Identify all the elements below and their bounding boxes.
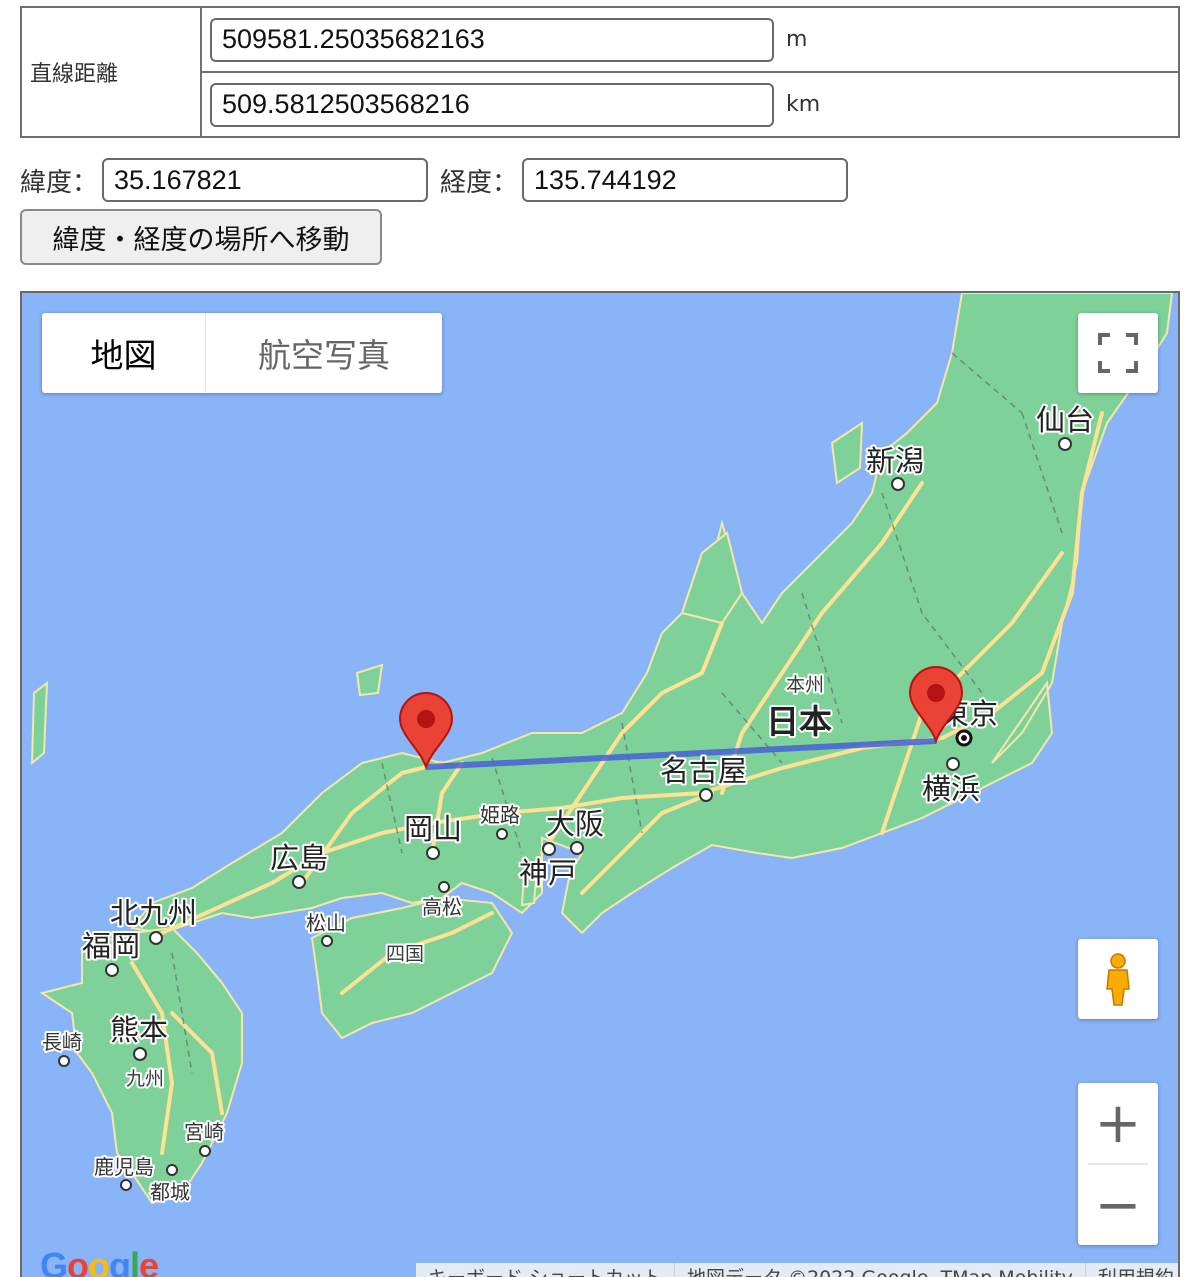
meters-unit: m	[786, 27, 808, 52]
label-kyushu: 九州	[126, 1068, 164, 1090]
distance-table: 直線距離 m km	[20, 6, 1180, 138]
kumamoto-dot	[133, 1047, 147, 1061]
label-kitakyushu: 北九州	[110, 896, 197, 930]
sado-island	[830, 421, 864, 485]
latitude-field[interactable]	[102, 158, 429, 202]
label-kobe: 神戸	[519, 856, 577, 890]
zoom-in-button[interactable]: +	[1078, 1083, 1158, 1163]
kitakyushu-dot	[149, 931, 163, 945]
fullscreen-button[interactable]	[1078, 313, 1158, 393]
miyazaki-dot	[199, 1145, 211, 1157]
pegman-icon	[1106, 953, 1130, 1006]
himeji-dot	[496, 828, 508, 840]
label-niigata: 新潟	[866, 444, 924, 478]
map-data-text: 地図データ ©2022 Google, TMap Mobility	[675, 1263, 1086, 1277]
tokyo-dot-center	[961, 735, 967, 741]
label-kagoshima: 鹿児島	[94, 1155, 154, 1179]
fullscreen-icon	[1098, 333, 1138, 373]
keyboard-shortcuts-link[interactable]: キーボード ショートカット	[416, 1263, 676, 1277]
label-himeji: 姫路	[480, 803, 520, 827]
kilometers-row: km	[200, 71, 1180, 138]
label-japan: 日本	[766, 702, 832, 741]
oki-islands	[355, 663, 384, 697]
niigata-dot	[891, 477, 905, 491]
coordinate-row: 緯度： 経度：	[20, 158, 849, 202]
miyakonojo-dot	[166, 1164, 178, 1176]
takamatsu-dot	[438, 881, 450, 893]
google-logo[interactable]: Google	[40, 1245, 159, 1277]
land	[30, 293, 1174, 1205]
label-hiroshima: 広島	[270, 841, 328, 875]
label-matsuyama: 松山	[306, 911, 346, 935]
label-okayama: 岡山	[404, 812, 462, 846]
tsushima-island	[30, 680, 49, 766]
label-honshu: 本州	[786, 674, 824, 696]
sendai-dot	[1058, 437, 1072, 451]
label-yokohama: 横浜	[922, 772, 980, 806]
osaka-dot	[570, 841, 584, 855]
label-takamatsu: 高松	[422, 895, 462, 919]
kilometers-field[interactable]	[210, 82, 774, 127]
map-type-control: 地図 航空写真	[42, 313, 442, 393]
move-to-location-button[interactable]: 緯度・経度の場所へ移動	[20, 209, 382, 265]
kagoshima-dot	[120, 1179, 132, 1191]
label-nagoya: 名古屋	[660, 754, 747, 788]
latitude-label: 緯度：	[20, 167, 99, 198]
map[interactable]: 仙台 新潟 本州 日本 東京 横浜 名古屋 姫路 岡山 大阪 神戸 広島 高松 …	[20, 291, 1180, 1277]
label-sendai: 仙台	[1036, 403, 1094, 437]
distance-label: 直線距離	[20, 6, 202, 138]
street-view-button[interactable]	[1078, 939, 1158, 1019]
terms-link[interactable]: 利用規約	[1086, 1263, 1178, 1277]
map-attribution: キーボード ショートカット 地図データ ©2022 Google, TMap M…	[416, 1263, 1178, 1277]
longitude-label: 経度：	[440, 167, 519, 198]
label-miyazaki: 宮崎	[184, 1120, 224, 1144]
nagoya-dot	[699, 788, 713, 802]
meters-row: m	[200, 6, 1180, 73]
nagasaki-dot	[58, 1055, 70, 1067]
label-fukuoka: 福岡	[82, 929, 140, 963]
map-type-satellite-button[interactable]: 航空写真	[206, 313, 442, 393]
label-shikoku: 四国	[386, 943, 424, 965]
hiroshima-dot	[292, 875, 306, 889]
okayama-dot	[426, 846, 440, 860]
fukuoka-dot	[105, 963, 119, 977]
matsuyama-dot	[321, 935, 333, 947]
label-kumamoto: 熊本	[110, 1013, 168, 1047]
map-type-map-button[interactable]: 地図	[42, 313, 206, 393]
kilometers-unit: km	[786, 92, 821, 117]
zoom-out-button[interactable]: −	[1078, 1165, 1158, 1245]
kobe-dot	[542, 842, 556, 856]
longitude-field[interactable]	[522, 158, 849, 202]
label-nagasaki: 長崎	[42, 1030, 82, 1054]
meters-field[interactable]	[210, 17, 774, 62]
zoom-control: + −	[1078, 1083, 1158, 1245]
label-miyakonojo: 都城	[150, 1180, 190, 1204]
map-canvas[interactable]: 仙台 新潟 本州 日本 東京 横浜 名古屋 姫路 岡山 大阪 神戸 広島 高松 …	[22, 293, 1178, 1277]
label-osaka: 大阪	[546, 807, 604, 841]
yokohama-dot	[946, 757, 960, 771]
